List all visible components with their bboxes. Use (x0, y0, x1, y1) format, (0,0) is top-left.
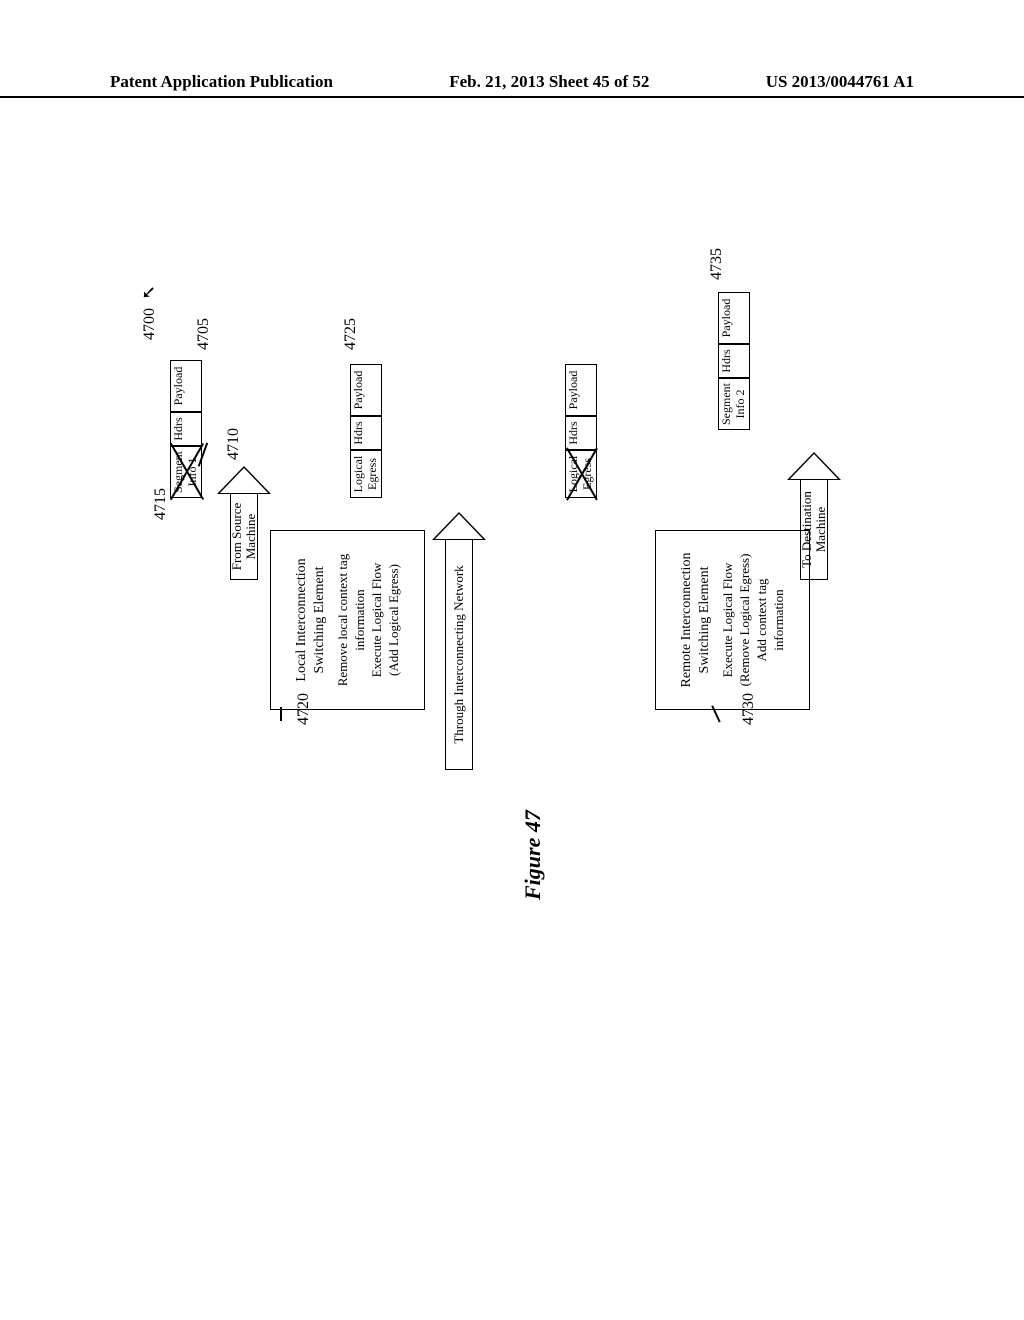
cell-payload-3: Payload (565, 364, 597, 416)
ref-4735: 4735 (708, 248, 726, 280)
ref-4705: 4705 (195, 318, 213, 350)
arrow-through-network: Through Interconnecting Network (445, 540, 473, 770)
cell-logical-egress-x: Logical Egress (565, 450, 597, 498)
header-left: Patent Application Publication (110, 72, 333, 92)
arrowhead-icon: ➚ (141, 282, 156, 303)
se4720-title: Local Interconnection Switching Element (293, 539, 329, 701)
ref-4700: 4700 ➚ (138, 285, 159, 340)
packet-mid: Logical Egress Hdrs Payload (565, 364, 597, 498)
figure-caption: Figure 47 (520, 810, 546, 900)
patent-header: Patent Application Publication Feb. 21, … (0, 72, 1024, 98)
cell-logical-egress-1: Logical Egress (350, 450, 382, 498)
header-right: US 2013/0044761 A1 (766, 72, 914, 92)
packet-4705: Segment Info 1 Hdrs Payload (170, 360, 202, 498)
ref-4725: 4725 (342, 318, 360, 350)
arrow-from-source: From Source Machine (230, 494, 258, 580)
ref-4715: 4715 (152, 488, 170, 520)
figure-47: 4700 ➚ Segment Info 1 Hdrs Payload 4715 … (100, 130, 920, 1190)
cell-segment-info2: Segment Info 2 (718, 378, 750, 430)
cell-hdrs-3: Hdrs (565, 416, 597, 450)
cell-hdrs-4: Hdrs (718, 344, 750, 378)
cell-segment-info1: Segment Info 1 (170, 446, 202, 498)
se4720-line2: Execute Logical Flow (Add Logical Egress… (369, 539, 403, 701)
header-center: Feb. 21, 2013 Sheet 45 of 52 (449, 72, 649, 92)
packet-4735: Segment Info 2 Hdrs Payload (718, 292, 750, 430)
ref-4720: 4720 (295, 693, 313, 725)
cell-hdrs: Hdrs (170, 412, 202, 446)
se4730-title: Remote Interconnection Switching Element (678, 539, 714, 701)
cell-payload: Payload (170, 360, 202, 412)
cell-payload-4: Payload (718, 292, 750, 344)
se4720-line1: Remove local context tag information (335, 539, 369, 701)
cell-payload-2: Payload (350, 364, 382, 416)
se-box-4720: Local Interconnection Switching Element … (270, 530, 425, 710)
leader-4720 (280, 707, 282, 721)
arrow-to-destination: To Destination Machine (800, 480, 828, 580)
packet-4725: Logical Egress Hdrs Payload (350, 364, 382, 498)
ref-4730: 4730 (740, 693, 758, 725)
cell-hdrs-2: Hdrs (350, 416, 382, 450)
se-box-4730: Remote Interconnection Switching Element… (655, 530, 810, 710)
se4730-line1: Execute Logical Flow (Remove Logical Egr… (720, 539, 754, 701)
se4730-line2: Add context tag information (754, 539, 788, 701)
ref-4710: 4710 (225, 428, 243, 460)
